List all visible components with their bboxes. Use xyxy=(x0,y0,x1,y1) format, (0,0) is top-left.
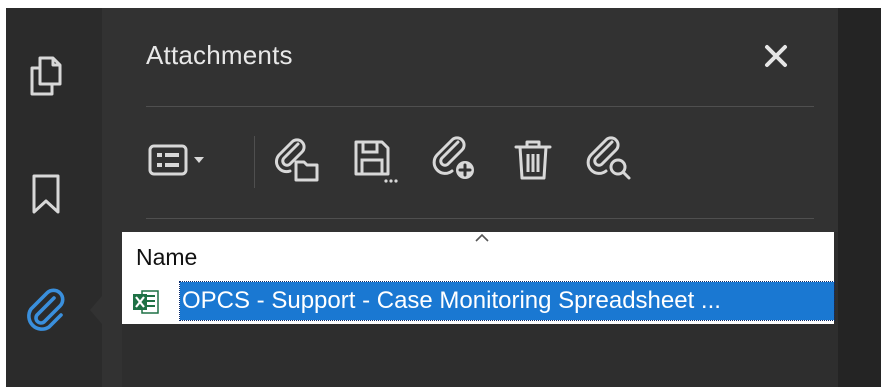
save-attachment-button[interactable] xyxy=(348,134,400,186)
toolbar-separator xyxy=(254,136,255,188)
options-menu-button[interactable] xyxy=(146,134,236,186)
open-attachment-icon xyxy=(274,138,319,182)
attachment-row[interactable]: OPCS - Support - Case Monitoring Spreads… xyxy=(122,280,835,324)
attachment-icon xyxy=(27,288,65,331)
name-column-header[interactable]: Name xyxy=(136,244,197,271)
navigation-rail xyxy=(6,8,102,387)
panel-title: Attachments xyxy=(146,40,293,70)
attachments-panel: Attachments Name OPCS - Support - Case M… xyxy=(102,8,838,387)
attachments-button[interactable] xyxy=(20,284,72,336)
chevron-down-icon xyxy=(194,157,204,163)
document-area-edge xyxy=(838,8,881,387)
options-menu-icon xyxy=(148,144,204,176)
toolbar-divider xyxy=(146,218,814,219)
attachment-file-name[interactable]: OPCS - Support - Case Monitoring Spreads… xyxy=(179,281,835,321)
delete-attachment-button[interactable] xyxy=(508,134,560,186)
pages-icon xyxy=(30,56,62,96)
search-attachment-icon xyxy=(586,136,631,180)
attachments-toolbar xyxy=(146,126,814,196)
delete-icon xyxy=(514,140,552,180)
excel-file-icon xyxy=(133,290,159,314)
close-icon xyxy=(765,45,787,67)
search-attachment-button[interactable] xyxy=(584,134,640,186)
bookmarks-button[interactable] xyxy=(20,168,72,220)
bookmark-icon xyxy=(32,174,60,214)
sort-ascending-icon xyxy=(475,233,489,242)
list-header: Name xyxy=(122,232,834,280)
pages-button[interactable] xyxy=(20,50,72,102)
attachments-window: Attachments Name OPCS - Support - Case M… xyxy=(6,8,881,387)
close-button[interactable] xyxy=(758,38,794,74)
add-attachment-button[interactable] xyxy=(430,134,482,186)
add-attachment-icon xyxy=(432,136,474,179)
attachments-list: Name OPCS - Support - Case Monitoring Sp… xyxy=(122,232,838,387)
title-divider xyxy=(146,106,814,107)
open-attachment-button[interactable] xyxy=(272,134,324,186)
active-panel-pointer xyxy=(90,296,102,324)
save-attachment-icon xyxy=(354,140,398,183)
